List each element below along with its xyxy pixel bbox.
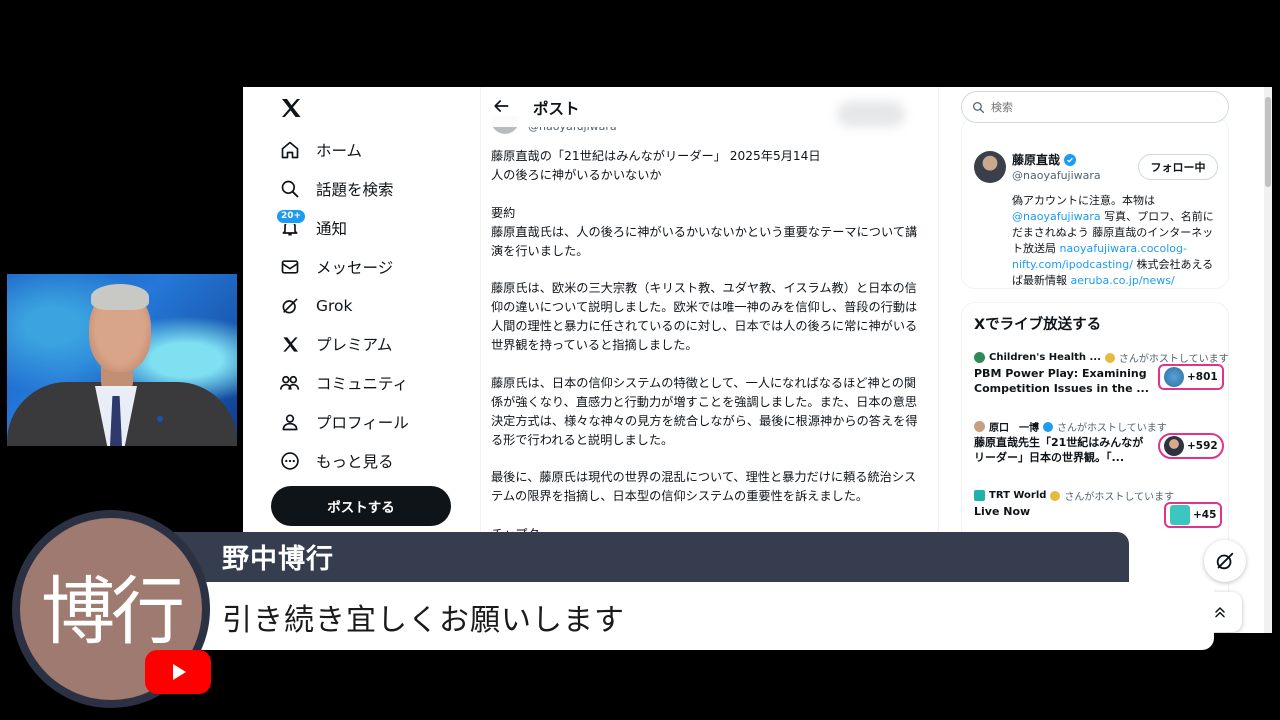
post-text: 藤原直哉の「21世紀はみんながリーダー」 2025年5月14日 人の後ろに神がい… xyxy=(491,147,927,544)
space-title: 藤原直哉先生「21世紀はみんながリーダー」日本の世界観。「... xyxy=(974,436,1144,464)
mail-icon xyxy=(279,256,301,278)
bio-text: 偽アカウントに注意。本物は xyxy=(1012,194,1155,207)
profile-handle: @naoyafujiwara xyxy=(1012,169,1101,182)
sidebar-item-premium[interactable]: プレミアム xyxy=(279,329,392,359)
search-input[interactable] xyxy=(991,100,1211,114)
live-space-item[interactable]: Children's Health ... さんがホストしています PBM Pow… xyxy=(974,350,1228,410)
host-avatar xyxy=(974,490,985,501)
notification-badge: 20+ xyxy=(276,209,307,224)
profile-name[interactable]: 藤原直哉 xyxy=(1012,151,1077,168)
sidebar-item-grok[interactable]: Grok xyxy=(279,291,353,321)
sidebar-item-messages[interactable]: メッセージ xyxy=(279,252,393,282)
sidebar-item-label: ホーム xyxy=(316,142,363,160)
sidebar-item-label: 通知 xyxy=(316,220,348,238)
sidebar-item-notifications[interactable]: 20+ 通知 xyxy=(276,209,348,243)
host-avatar xyxy=(974,352,985,363)
verified-badge-icon xyxy=(1043,421,1053,432)
scrollbar[interactable] xyxy=(1264,87,1272,633)
compose-post-button[interactable]: ポストする xyxy=(271,486,451,526)
space-host: Children's Health ... さんがホストしています xyxy=(974,350,1229,365)
youtube-icon[interactable] xyxy=(145,650,211,694)
listener-count-pill: +801 xyxy=(1158,364,1224,390)
home-icon xyxy=(279,139,301,161)
grok-icon xyxy=(1216,552,1234,570)
sidebar-item-label: プレミアム xyxy=(316,336,393,354)
sidebar-item-communities[interactable]: コミュニティ xyxy=(279,368,408,398)
sidebar-item-home[interactable]: ホーム xyxy=(279,135,362,165)
search-icon xyxy=(279,178,301,200)
webcam-feed xyxy=(7,274,237,446)
bio-news-link[interactable]: aeruba.co.jp/news/ xyxy=(1071,274,1175,287)
chat-message: 引き続き宜しくお願いします xyxy=(222,603,625,638)
post-paragraph: 最後に、藤原氏は現代の世界の混乱について、理性と暴力だけに頼る統治システムの限界… xyxy=(491,470,917,503)
avatar[interactable] xyxy=(974,151,1006,183)
listener-avatar xyxy=(1170,505,1190,525)
profile-name-text: 藤原直哉 xyxy=(1012,153,1061,167)
verified-badge-icon xyxy=(1064,153,1077,166)
sidebar-item-label: もっと見る xyxy=(316,453,394,471)
back-arrow-icon[interactable] xyxy=(491,96,511,116)
avatar-initials: 博行 xyxy=(41,568,185,655)
lapel-pin xyxy=(157,416,163,422)
sidebar-item-label: Grok xyxy=(316,297,353,315)
x-premium-icon xyxy=(279,333,301,355)
speaker-hair xyxy=(91,284,149,310)
following-button[interactable]: フォロー中 xyxy=(1138,154,1218,180)
host-suffix: さんがホストしています xyxy=(1064,492,1175,503)
host-name: Children's Health ... xyxy=(989,352,1101,363)
grok-icon xyxy=(279,295,301,317)
more-icon xyxy=(279,450,301,472)
listener-count: +592 xyxy=(1187,440,1218,452)
double-chevron-up-icon xyxy=(1215,607,1225,618)
bio-mention-link[interactable]: @naoyafujiwara xyxy=(1012,210,1101,223)
sidebar-item-label: コミュニティ xyxy=(316,375,409,393)
speaker-name: 野中博行 xyxy=(222,544,334,575)
sidebar-item-more[interactable]: もっと見る xyxy=(279,446,394,476)
sidebar-item-profile[interactable]: プロフィール xyxy=(279,407,409,437)
host-avatar xyxy=(974,421,985,432)
search-icon xyxy=(972,101,985,113)
listener-count: +45 xyxy=(1193,509,1217,521)
search-bar[interactable] xyxy=(961,91,1229,123)
scroll-thumb[interactable] xyxy=(1265,97,1271,187)
profile-icon xyxy=(279,411,301,433)
space-title: Live Now xyxy=(974,505,1031,518)
bell-icon: 20+ xyxy=(276,209,307,239)
sidebar-item-label: 話題を検索 xyxy=(316,181,394,199)
gold-badge-icon xyxy=(1104,352,1115,363)
sidebar-item-explore[interactable]: 話題を検索 xyxy=(279,174,394,204)
live-section-title: Xでライブ放送する xyxy=(974,317,1102,333)
post-paragraph: 要約 藤原直哉氏は、人の後ろに神がいるかいないかという重要なテーマについて講演を… xyxy=(491,205,918,258)
x-logo-icon[interactable] xyxy=(279,96,303,120)
profile-bio: 偽アカウントに注意。本物は@naoyafujiwara 写真、プロフ、名前にだま… xyxy=(1012,193,1220,288)
post-paragraph: 藤原直哉の「21世紀はみんながリーダー」 2025年5月14日 人の後ろに神がい… xyxy=(491,149,821,182)
space-title: PBM Power Play: Examining Competition Is… xyxy=(974,367,1149,395)
space-host: TRT World さんがホストしています xyxy=(974,488,1174,503)
blurred-follow-button[interactable] xyxy=(837,101,905,127)
host-suffix: さんがホストしています xyxy=(1057,423,1167,434)
post-header: ポスト xyxy=(481,87,938,127)
listener-avatar xyxy=(1164,436,1184,456)
live-space-item[interactable]: 原口 一博 さんがホストしています 藤原直哉先生「21世紀はみんながリーダー」日本… xyxy=(974,419,1224,479)
space-host: 原口 一博 さんがホストしています xyxy=(974,419,1167,434)
community-icon xyxy=(279,372,301,394)
play-icon xyxy=(173,664,186,680)
post-paragraph: 藤原氏は、日本の信仰システムの特徴として、一人になればなるほど神との関係が強くな… xyxy=(491,375,918,447)
listener-count-pill: +45 xyxy=(1164,502,1223,528)
page-title: ポスト xyxy=(533,100,580,118)
host-name: 原口 一博 xyxy=(989,423,1039,434)
relevant-people-card: 藤原直哉 @naoyafujiwara フォロー中 偽アカウントに注意。本物は @… xyxy=(961,117,1229,289)
host-suffix: さんがホストしています xyxy=(1118,354,1229,365)
grok-floating-button[interactable] xyxy=(1204,540,1246,582)
gold-badge-icon xyxy=(1050,490,1061,501)
listener-count-pill: +592 xyxy=(1158,433,1224,459)
post-paragraph: 藤原氏は、欧米の三大宗教（キリスト教、ユダヤ教、イスラム教）と日本の信仰の違いに… xyxy=(491,281,918,352)
host-name: TRT World xyxy=(989,490,1047,501)
sidebar-item-label: プロフィール xyxy=(316,414,409,432)
listener-avatar xyxy=(1164,367,1184,387)
sidebar-item-label: メッセージ xyxy=(316,259,394,277)
listener-count: +801 xyxy=(1187,371,1218,383)
